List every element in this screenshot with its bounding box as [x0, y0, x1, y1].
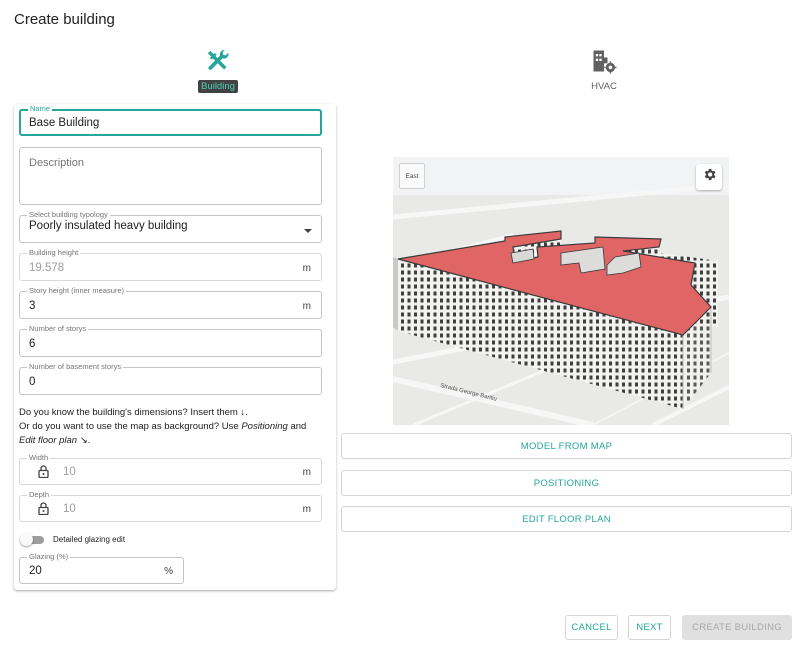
help-positioning: Positioning: [241, 421, 288, 432]
next-button[interactable]: NEXT: [628, 615, 671, 640]
num-basement-value: 0: [29, 376, 36, 388]
model-from-map-button[interactable]: MODEL FROM MAP: [341, 433, 792, 459]
help-line-2-pre: Or do you want to use the map as backgro…: [19, 421, 242, 432]
depth-unit: m: [302, 504, 311, 515]
name-value: Base Building: [29, 117, 100, 129]
lock-icon[interactable]: [38, 465, 49, 483]
create-building-button[interactable]: CREATE BUILDING: [682, 615, 792, 640]
help-arrow: ↘.: [77, 435, 91, 446]
glazing-value: 20: [29, 565, 42, 577]
map-view[interactable]: East Strada George Baritiu: [393, 157, 729, 425]
story-height-value: 3: [29, 300, 36, 312]
glazing-field[interactable]: Glazing (%) 20 %: [19, 552, 184, 584]
building-gear-icon: [564, 46, 644, 76]
glazing-label: Glazing (%): [27, 552, 71, 562]
help-and: and: [287, 421, 307, 432]
width-field[interactable]: Width 10 m: [19, 453, 322, 485]
description-field[interactable]: Description: [19, 147, 322, 205]
story-height-label: Story height (inner measure): [27, 286, 127, 296]
typology-value: Poorly insulated heavy building: [29, 220, 188, 232]
compass-label: East: [405, 172, 419, 180]
building-height-field: Building height 19.578 m: [19, 248, 322, 281]
typology-select[interactable]: Select building typology Poorly insulate…: [19, 210, 322, 243]
glazing-unit: %: [164, 566, 173, 577]
typology-label: Select building typology: [27, 210, 110, 220]
help-line-3: Edit floor plan ↘.: [19, 434, 319, 448]
help-line-1: Do you know the building's dimensions? I…: [19, 407, 248, 418]
dropdown-arrow-icon: [304, 229, 312, 233]
help-line-2: Or do you want to use the map as backgro…: [19, 420, 319, 434]
story-height-unit: m: [302, 301, 311, 312]
depth-field[interactable]: Depth 10 m: [19, 490, 322, 522]
map-settings-button[interactable]: [696, 164, 722, 190]
width-value: 10: [63, 466, 76, 478]
num-basement-field[interactable]: Number of basement storys 0: [19, 362, 322, 395]
num-basement-label: Number of basement storys: [27, 362, 124, 372]
gear-icon: [702, 167, 717, 187]
description-placeholder: Description: [29, 157, 85, 169]
step-hvac[interactable]: HVAC: [564, 46, 644, 92]
step-hvac-label: HVAC: [591, 81, 617, 92]
step-building-label: Building: [198, 80, 238, 93]
help-edit-floor-plan: Edit floor plan: [19, 435, 78, 446]
wrench-screwdriver-icon: [178, 46, 258, 76]
cancel-button[interactable]: CANCEL: [565, 615, 618, 640]
width-label: Width: [27, 453, 51, 463]
toggle-thumb: [20, 533, 33, 546]
detailed-glazing-toggle[interactable]: [20, 533, 46, 546]
building-height-value: 19.578: [29, 262, 65, 274]
num-storys-field[interactable]: Number of storys 6: [19, 324, 322, 357]
building-height-unit: m: [302, 263, 311, 274]
name-label: Name: [28, 104, 53, 114]
building-height-label: Building height: [27, 248, 81, 258]
positioning-button[interactable]: POSITIONING: [341, 470, 792, 496]
lock-icon[interactable]: [38, 502, 49, 520]
depth-value: 10: [63, 503, 76, 515]
num-storys-label: Number of storys: [27, 324, 89, 334]
name-field[interactable]: Name Base Building: [19, 104, 322, 136]
depth-label: Depth: [27, 490, 52, 500]
num-storys-value: 6: [29, 338, 36, 350]
dialog-title: Create building: [14, 11, 115, 28]
width-unit: m: [302, 467, 311, 478]
step-building[interactable]: Building: [178, 46, 258, 94]
compass-control[interactable]: East: [399, 163, 425, 189]
edit-floor-plan-button[interactable]: EDIT FLOOR PLAN: [341, 506, 792, 532]
story-height-field[interactable]: Story height (inner measure) 3 m: [19, 286, 322, 319]
detailed-glazing-label: Detailed glazing edit: [53, 535, 126, 544]
dimensions-help-text: Do you know the building's dimensions? I…: [19, 406, 319, 448]
